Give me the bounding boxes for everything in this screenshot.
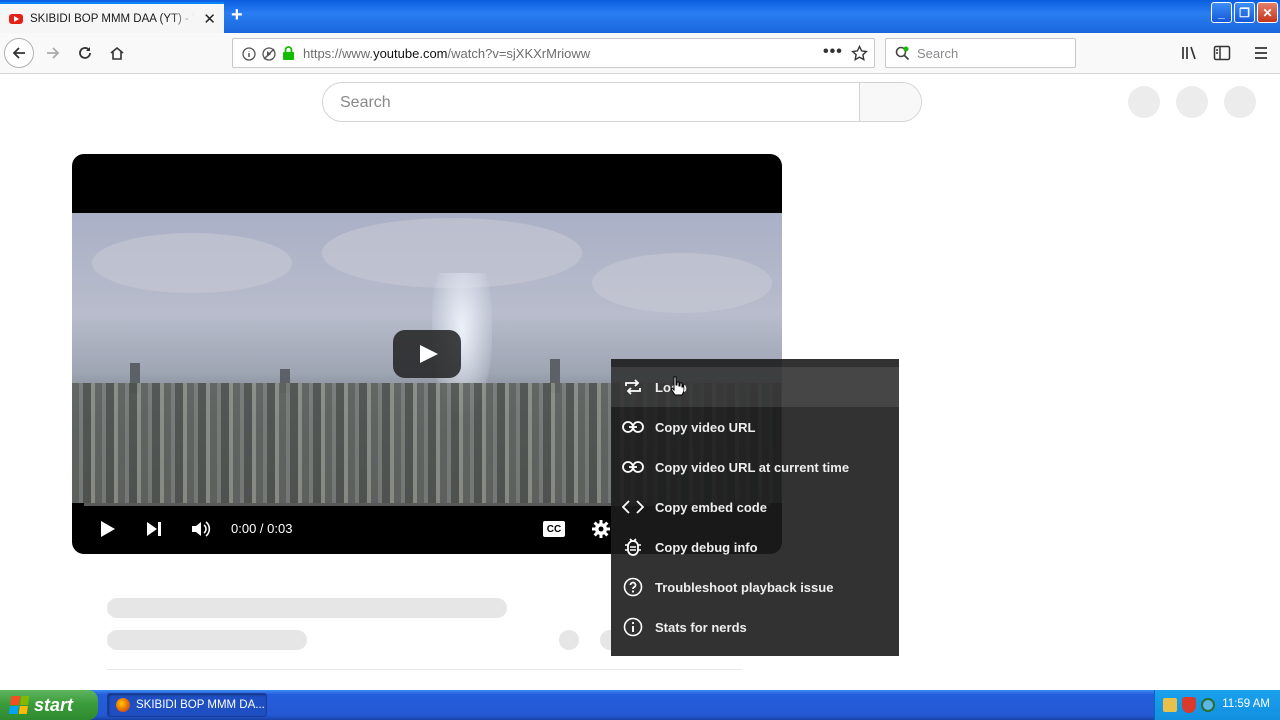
loading-dot-placeholder (600, 630, 611, 650)
restore-button[interactable]: ❐ (1234, 2, 1255, 23)
back-arrow-icon (12, 47, 25, 59)
sidebar-icon[interactable] (1213, 45, 1231, 61)
menu-item-label: Copy debug info (655, 539, 758, 555)
connection-tray-icon[interactable] (1201, 698, 1215, 712)
youtube-search-box: Search (322, 82, 922, 122)
menu-item-copy-debug[interactable]: Copy debug info (611, 527, 899, 567)
youtube-search-placeholder: Search (340, 94, 391, 111)
header-placeholder-button[interactable] (1128, 86, 1160, 118)
taskbar: start SKIBIDI BOP MMM DA... 11:59 AM (0, 690, 1280, 720)
taskbar-window-label: SKIBIDI BOP MMM DA... (136, 699, 265, 711)
firefox-app-icon (116, 698, 130, 712)
gear-icon (592, 520, 610, 538)
search-icon (895, 46, 910, 61)
youtube-favicon-icon (9, 13, 23, 24)
subtitles-button[interactable]: CC (543, 521, 565, 537)
menu-item-stats[interactable]: Stats for nerds (611, 607, 899, 647)
hand-cursor-icon (670, 376, 685, 401)
reload-icon (79, 47, 91, 59)
menu-item-copy-embed[interactable]: Copy embed code (611, 487, 899, 527)
loading-title-placeholder (107, 598, 507, 618)
link-icon (622, 416, 644, 438)
tab-title: SKIBIDI BOP MMM DAA (YT) - YouTube (30, 12, 195, 25)
security-alert-tray-icon[interactable] (1182, 697, 1196, 713)
bookmark-star-icon[interactable] (851, 45, 868, 62)
window-controls: _ ❐ ✕ (1211, 2, 1278, 23)
link-icon (622, 456, 644, 478)
windows-logo-icon (8, 696, 30, 714)
menu-item-loop[interactable]: Loop (611, 367, 899, 407)
loading-dot-placeholder (559, 630, 579, 650)
avatar[interactable] (1224, 86, 1256, 118)
next-button[interactable] (142, 519, 166, 539)
forward-button[interactable] (38, 38, 68, 68)
search-placeholder: Search (917, 46, 959, 61)
settings-button[interactable] (589, 519, 613, 539)
home-button[interactable] (102, 38, 132, 68)
tab-strip: SKIBIDI BOP MMM DAA (YT) - YouTube ✕ + _… (0, 0, 1280, 33)
menu-item-label: Stats for nerds (655, 619, 747, 635)
browser-tab[interactable]: SKIBIDI BOP MMM DAA (YT) - YouTube ✕ (0, 2, 224, 33)
play-icon (101, 521, 115, 537)
url-text[interactable]: https://www.youtube.com/watch?v=sjXKXrMr… (303, 46, 590, 61)
forward-arrow-icon (47, 47, 60, 59)
menu-item-copy-url[interactable]: Copy video URL (611, 407, 899, 447)
bug-icon (622, 536, 644, 558)
home-icon (110, 46, 124, 60)
time-display: 0:00 / 0:03 (231, 521, 293, 536)
lock-icon[interactable] (282, 46, 295, 61)
youtube-search-button[interactable] (859, 83, 921, 121)
menu-item-label: Copy embed code (655, 499, 767, 515)
taskbar-window-button[interactable]: SKIBIDI BOP MMM DA... (107, 693, 267, 717)
close-window-button[interactable]: ✕ (1257, 2, 1278, 23)
new-tab-button[interactable]: + (231, 4, 243, 27)
close-tab-icon[interactable]: ✕ (203, 10, 216, 28)
volume-button[interactable] (189, 519, 213, 539)
next-icon (147, 522, 161, 536)
menu-item-troubleshoot[interactable]: Troubleshoot playback issue (611, 567, 899, 607)
loading-subtitle-placeholder (107, 630, 307, 650)
browser-search-field[interactable]: Search (885, 38, 1076, 68)
hamburger-menu-icon[interactable] (1253, 45, 1269, 61)
large-play-button[interactable] (393, 330, 461, 378)
menu-item-label: Copy video URL (655, 419, 756, 435)
header-placeholder-button[interactable] (1176, 86, 1208, 118)
info-icon[interactable] (242, 47, 256, 61)
menu-item-label: Troubleshoot playback issue (655, 579, 834, 595)
reload-button[interactable] (70, 38, 100, 68)
menu-item-label: Copy video URL at current time (655, 459, 850, 475)
autoplay-blocked-icon[interactable] (261, 46, 277, 62)
page-actions-icon[interactable]: ••• (823, 43, 843, 61)
code-icon (622, 496, 644, 518)
info-icon (622, 616, 644, 638)
play-button[interactable] (95, 519, 119, 539)
menu-item-copy-url-time[interactable]: Copy video URL at current time (611, 447, 899, 487)
back-button[interactable] (4, 38, 34, 68)
network-tray-icon[interactable] (1163, 698, 1177, 712)
system-clock: 11:59 AM (1222, 698, 1270, 710)
question-icon (622, 576, 644, 598)
video-context-menu: Loop Copy video URL Copy video URL at cu… (611, 359, 899, 656)
url-bar[interactable]: https://www.youtube.com/watch?v=sjXKXrMr… (232, 38, 875, 68)
navigation-toolbar: https://www.youtube.com/watch?v=sjXKXrMr… (0, 33, 1280, 74)
system-tray: 11:59 AM (1154, 690, 1280, 720)
start-label: start (34, 694, 74, 715)
loop-icon (622, 376, 644, 398)
library-icon[interactable] (1181, 45, 1199, 61)
youtube-search-input[interactable]: Search (323, 83, 859, 121)
volume-icon (192, 521, 211, 537)
start-button[interactable]: start (0, 690, 98, 720)
divider (107, 669, 742, 670)
minimize-button[interactable]: _ (1211, 2, 1232, 23)
